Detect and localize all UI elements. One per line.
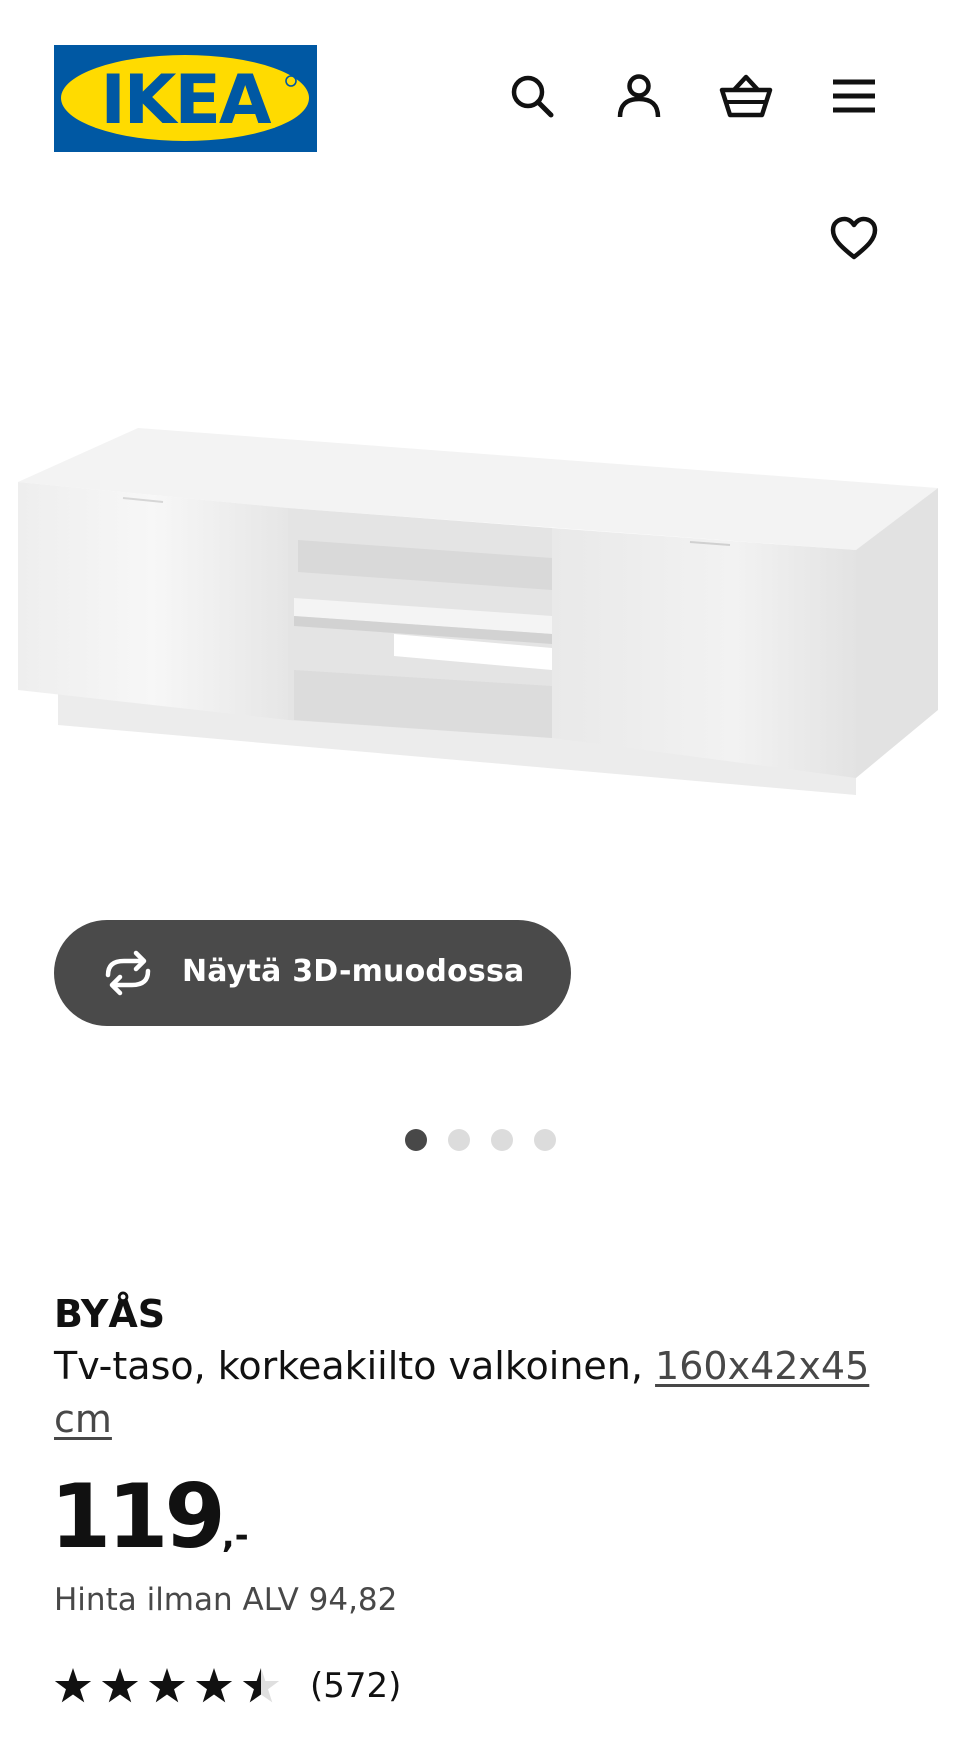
star-icon <box>148 1668 186 1703</box>
search-button[interactable] <box>504 70 560 126</box>
carousel-dot-1[interactable] <box>405 1129 427 1151</box>
rotate-3d-icon <box>100 949 156 997</box>
star-icon <box>54 1668 92 1703</box>
ikea-logo[interactable]: IKEA <box>54 45 317 152</box>
carousel-dot-2[interactable] <box>448 1129 470 1151</box>
view-in-3d-button[interactable]: Näytä 3D-muodossa <box>54 920 571 1026</box>
star-icon <box>101 1668 139 1703</box>
account-icon <box>616 73 662 123</box>
site-header: IKEA <box>0 0 960 152</box>
rating-stars <box>54 1668 280 1704</box>
image-carousel-indicators <box>405 1129 556 1151</box>
product-image[interactable] <box>18 420 948 810</box>
carousel-dot-4[interactable] <box>534 1129 556 1151</box>
hamburger-menu-icon <box>831 77 877 119</box>
logo-wordmark: IKEA <box>100 61 271 140</box>
product-description: Tv-taso, korkeakiilto valkoinen, 160x42x… <box>54 1340 914 1446</box>
star-icon <box>195 1668 233 1703</box>
product-rating[interactable]: (572) <box>54 1662 401 1710</box>
rating-count: (572) <box>310 1666 402 1706</box>
menu-button[interactable] <box>826 70 882 126</box>
search-icon <box>509 73 555 123</box>
product-type: Tv-taso, korkeakiilto valkoinen, <box>54 1344 643 1388</box>
price-without-vat: Hinta ilman ALV 94,82 <box>54 1582 398 1618</box>
account-button[interactable] <box>611 70 667 126</box>
heart-icon <box>830 216 878 264</box>
half-star-icon <box>242 1668 280 1703</box>
price-suffix: ,- <box>221 1516 249 1556</box>
add-to-favourites-button[interactable] <box>826 212 882 268</box>
product-name: BYÅS <box>54 1292 166 1336</box>
carousel-dot-3[interactable] <box>491 1129 513 1151</box>
product-price: 119 ,- <box>50 1465 249 1568</box>
view-in-3d-label: Näytä 3D-muodossa <box>182 954 525 989</box>
shopping-basket-button[interactable] <box>718 70 774 126</box>
shopping-basket-icon <box>719 73 773 123</box>
price-integer: 119 <box>50 1465 226 1568</box>
